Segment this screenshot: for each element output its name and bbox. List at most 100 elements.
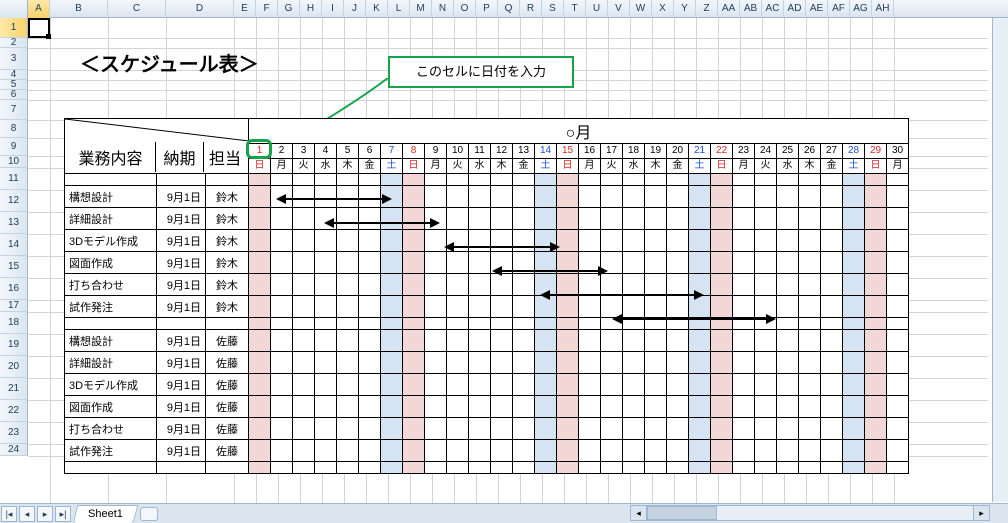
gantt-cell[interactable] bbox=[689, 352, 711, 374]
gantt-cell[interactable] bbox=[359, 396, 381, 418]
gantt-cell[interactable] bbox=[579, 374, 601, 396]
table-cell[interactable]: 佐藤 bbox=[206, 418, 249, 440]
gantt-cell[interactable] bbox=[425, 274, 447, 296]
gantt-cell[interactable] bbox=[667, 374, 689, 396]
table-cell[interactable]: 9月1日 bbox=[157, 418, 206, 440]
day-number[interactable]: 16 bbox=[579, 144, 601, 159]
row-header[interactable]: 23 bbox=[0, 422, 28, 444]
gantt-cell[interactable] bbox=[645, 440, 667, 462]
table-cell[interactable]: 鈴木 bbox=[206, 208, 249, 230]
gantt-cell[interactable] bbox=[271, 374, 293, 396]
gantt-cell[interactable] bbox=[293, 208, 315, 230]
gantt-cell[interactable] bbox=[667, 186, 689, 208]
gantt-cell[interactable] bbox=[887, 296, 909, 318]
gantt-cell[interactable] bbox=[843, 440, 865, 462]
gantt-cell[interactable] bbox=[689, 440, 711, 462]
table-cell[interactable]: 佐藤 bbox=[206, 396, 249, 418]
gantt-cell[interactable] bbox=[425, 352, 447, 374]
gantt-cell[interactable] bbox=[249, 274, 271, 296]
gantt-cell[interactable] bbox=[733, 330, 755, 352]
gantt-cell[interactable] bbox=[755, 374, 777, 396]
day-number[interactable]: 24 bbox=[755, 144, 777, 159]
gantt-cell[interactable] bbox=[667, 208, 689, 230]
gantt-cell[interactable] bbox=[755, 418, 777, 440]
gantt-cell[interactable] bbox=[887, 208, 909, 230]
gantt-cell[interactable] bbox=[579, 418, 601, 440]
gantt-cell[interactable] bbox=[689, 208, 711, 230]
column-header[interactable]: A bbox=[28, 0, 50, 18]
gantt-cell[interactable] bbox=[557, 374, 579, 396]
gantt-cell[interactable] bbox=[557, 186, 579, 208]
gantt-cell[interactable] bbox=[821, 418, 843, 440]
day-number[interactable]: 12 bbox=[491, 144, 513, 159]
table-cell[interactable]: 鈴木 bbox=[206, 252, 249, 274]
gantt-cell[interactable] bbox=[777, 330, 799, 352]
gantt-cell[interactable] bbox=[491, 186, 513, 208]
gantt-cell[interactable] bbox=[469, 374, 491, 396]
day-number[interactable]: 1 bbox=[249, 144, 271, 159]
table-cell[interactable]: 佐藤 bbox=[206, 352, 249, 374]
gantt-cell[interactable] bbox=[667, 418, 689, 440]
gantt-cell[interactable] bbox=[645, 396, 667, 418]
row-header[interactable]: 20 bbox=[0, 356, 28, 378]
row-header[interactable]: 22 bbox=[0, 400, 28, 422]
gantt-cell[interactable] bbox=[337, 230, 359, 252]
gantt-cell[interactable] bbox=[447, 186, 469, 208]
gantt-cell[interactable] bbox=[337, 186, 359, 208]
gantt-cell[interactable] bbox=[403, 440, 425, 462]
column-header[interactable]: P bbox=[476, 0, 498, 18]
gantt-cell[interactable] bbox=[843, 374, 865, 396]
gantt-cell[interactable] bbox=[755, 274, 777, 296]
gantt-cell[interactable] bbox=[403, 396, 425, 418]
gantt-cell[interactable] bbox=[579, 230, 601, 252]
row-header[interactable]: 10 bbox=[0, 156, 28, 168]
gantt-cell[interactable] bbox=[645, 296, 667, 318]
gantt-cell[interactable] bbox=[645, 330, 667, 352]
gantt-cell[interactable] bbox=[403, 352, 425, 374]
gantt-cell[interactable] bbox=[315, 330, 337, 352]
row-header[interactable]: 14 bbox=[0, 234, 28, 256]
day-number[interactable]: 4 bbox=[315, 144, 337, 159]
column-header[interactable]: AA bbox=[718, 0, 740, 18]
gantt-cell[interactable] bbox=[491, 296, 513, 318]
horizontal-scrollbar[interactable]: ◂ ▸ bbox=[630, 505, 990, 521]
gantt-cell[interactable] bbox=[579, 274, 601, 296]
day-number[interactable]: 26 bbox=[799, 144, 821, 159]
gantt-cell[interactable] bbox=[293, 330, 315, 352]
day-number[interactable]: 28 bbox=[843, 144, 865, 159]
gantt-cell[interactable] bbox=[711, 352, 733, 374]
gantt-cell[interactable] bbox=[667, 230, 689, 252]
gantt-cell[interactable] bbox=[777, 186, 799, 208]
gantt-cell[interactable] bbox=[249, 396, 271, 418]
column-header[interactable]: X bbox=[652, 0, 674, 18]
gantt-cell[interactable] bbox=[821, 230, 843, 252]
gantt-cell[interactable] bbox=[249, 186, 271, 208]
gantt-cell[interactable] bbox=[887, 418, 909, 440]
gantt-cell[interactable] bbox=[623, 352, 645, 374]
table-cell[interactable]: 詳細設計 bbox=[65, 208, 157, 230]
day-number[interactable]: 8 bbox=[403, 144, 425, 159]
gantt-cell[interactable] bbox=[711, 186, 733, 208]
gantt-cell[interactable] bbox=[799, 352, 821, 374]
table-cell[interactable]: 9月1日 bbox=[157, 374, 206, 396]
gantt-cell[interactable] bbox=[755, 440, 777, 462]
table-cell[interactable]: 9月1日 bbox=[157, 186, 206, 208]
column-header[interactable]: W bbox=[630, 0, 652, 18]
gantt-cell[interactable] bbox=[469, 208, 491, 230]
tab-nav-next[interactable]: ▸ bbox=[37, 506, 53, 522]
table-cell[interactable]: 佐藤 bbox=[206, 440, 249, 462]
gantt-cell[interactable] bbox=[667, 274, 689, 296]
gantt-cell[interactable] bbox=[425, 440, 447, 462]
gantt-cell[interactable] bbox=[667, 352, 689, 374]
gantt-cell[interactable] bbox=[843, 252, 865, 274]
gantt-cell[interactable] bbox=[623, 208, 645, 230]
gantt-cell[interactable] bbox=[777, 208, 799, 230]
gantt-cell[interactable] bbox=[293, 374, 315, 396]
row-header[interactable]: 12 bbox=[0, 190, 28, 212]
table-cell[interactable]: 打ち合わせ bbox=[65, 274, 157, 296]
column-header[interactable]: AE bbox=[806, 0, 828, 18]
gantt-cell[interactable] bbox=[887, 252, 909, 274]
gantt-cell[interactable] bbox=[425, 186, 447, 208]
gantt-cell[interactable] bbox=[711, 252, 733, 274]
gantt-cell[interactable] bbox=[249, 374, 271, 396]
